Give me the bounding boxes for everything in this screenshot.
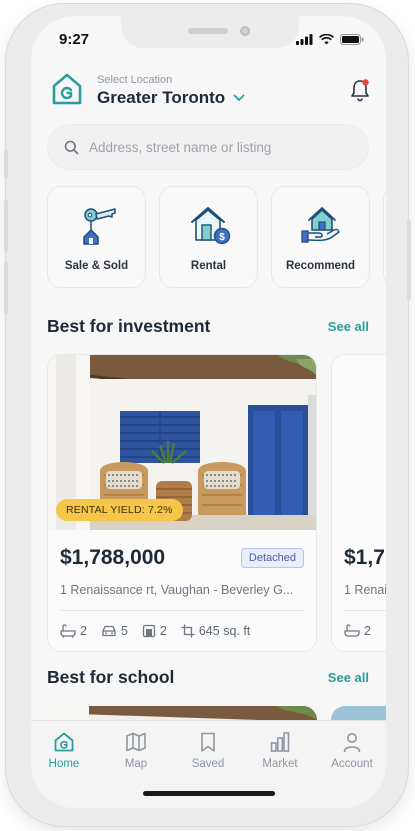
spec-parking: 5	[101, 624, 128, 638]
search-input[interactable]	[89, 139, 349, 155]
category-more-peek[interactable]	[383, 186, 386, 288]
category-recommend[interactable]: Recommend	[271, 186, 370, 288]
spec-baths: 2	[142, 624, 167, 638]
app-logo-icon	[52, 73, 82, 105]
spec-area: 645 sq. ft	[181, 624, 250, 638]
speaker	[188, 28, 228, 34]
see-all-link[interactable]: See all	[328, 319, 369, 334]
tab-account[interactable]: Account	[317, 731, 386, 770]
bell-icon[interactable]	[349, 78, 371, 102]
status-icons	[296, 34, 364, 45]
bathtub-icon	[60, 624, 76, 638]
chevron-down-icon	[233, 94, 245, 102]
card-divider	[344, 610, 386, 611]
rental-yield-badge: RENTAL YIELD: 7.2%	[56, 499, 183, 521]
battery-icon	[340, 34, 364, 45]
bathtub-icon	[344, 624, 360, 637]
location-selector[interactable]: Greater Toronto	[97, 88, 245, 108]
svg-text:$: $	[219, 232, 225, 243]
listing-address: 1 Renai	[344, 583, 386, 597]
section-title: Best for investment	[47, 316, 211, 336]
section-title: Best for school	[47, 667, 175, 687]
app-screen: 9:27 Select Location Greater Toronto Add…	[31, 16, 386, 808]
category-label: Sale & Sold	[64, 260, 129, 272]
spec-parking-value: 5	[120, 624, 128, 638]
location-header: Select Location Greater Toronto	[51, 72, 371, 122]
listing-price: $1,7	[344, 546, 385, 569]
person-icon	[343, 733, 361, 753]
listing-address: 1 Renaissance rt, Vaughan - Beverley G..…	[60, 583, 294, 597]
car-icon	[102, 625, 116, 637]
spec-beds-value: 2	[80, 624, 87, 638]
tab-label: Account	[331, 758, 373, 770]
tab-market[interactable]: Market	[245, 731, 315, 770]
section-investment-header: Best for investment See all	[47, 316, 369, 340]
category-sale-sold[interactable]: Sale & Sold	[47, 186, 146, 288]
listing-specs: 2	[344, 624, 371, 638]
bottom-tab-bar: Home Map Saved Market Account	[31, 720, 386, 808]
category-label: Recommend	[285, 260, 356, 272]
spec-beds: 2	[344, 624, 371, 638]
map-icon	[126, 732, 146, 752]
card-divider	[60, 610, 304, 611]
category-row: Sale & Sold $ Rental Recommend	[47, 186, 386, 290]
spec-area-value: 645 sq. ft	[198, 624, 251, 638]
mute-switch	[4, 150, 8, 178]
status-bar: 9:27	[31, 16, 386, 62]
front-camera	[240, 26, 250, 36]
house-dollar-icon: $	[191, 207, 231, 245]
bookmark-icon	[201, 732, 215, 752]
tab-saved[interactable]: Saved	[173, 731, 243, 770]
search-bar[interactable]	[47, 124, 369, 170]
category-rental[interactable]: $ Rental	[159, 186, 258, 288]
tab-label: Home	[48, 758, 80, 770]
tab-home[interactable]: Home	[31, 731, 99, 770]
notch	[121, 16, 299, 48]
property-type-badge: Detached	[240, 548, 304, 568]
hand-house-icon	[301, 207, 340, 243]
listing-card-peek[interactable]: $1,7 1 Renai 2	[331, 354, 386, 652]
see-all-link[interactable]: See all	[328, 670, 369, 685]
keys-house-icon	[83, 208, 116, 245]
status-time: 9:27	[59, 31, 90, 48]
listing-specs: 2 5 2 645 sq. ft	[60, 624, 250, 638]
tab-map[interactable]: Map	[101, 731, 171, 770]
home-indicator[interactable]	[143, 791, 275, 796]
location-label: Select Location	[97, 74, 173, 86]
home-icon	[54, 732, 74, 752]
power-button	[407, 220, 411, 300]
location-name: Greater Toronto	[97, 88, 226, 107]
search-icon	[64, 140, 79, 154]
spec-beds-value: 2	[364, 624, 371, 638]
category-label: Rental	[190, 260, 227, 272]
volume-down-button	[4, 262, 8, 314]
tab-label: Saved	[191, 758, 225, 770]
crop-area-icon	[181, 624, 195, 638]
wifi-icon	[319, 34, 334, 45]
building-icon	[142, 624, 156, 638]
volume-up-button	[4, 200, 8, 252]
spec-beds: 2	[60, 624, 87, 638]
listing-price: $1,788,000	[60, 546, 166, 569]
spec-baths-value: 2	[159, 624, 167, 638]
bar-chart-icon	[270, 732, 290, 752]
signal-icon	[296, 34, 313, 45]
section-school-header: Best for school See all	[47, 667, 369, 691]
listing-card[interactable]: RENTAL YIELD: 7.2% $1,788,000 Detached 1…	[47, 354, 317, 652]
tab-label: Map	[124, 758, 148, 770]
tab-label: Market	[262, 758, 298, 770]
listing-photo	[332, 355, 386, 530]
